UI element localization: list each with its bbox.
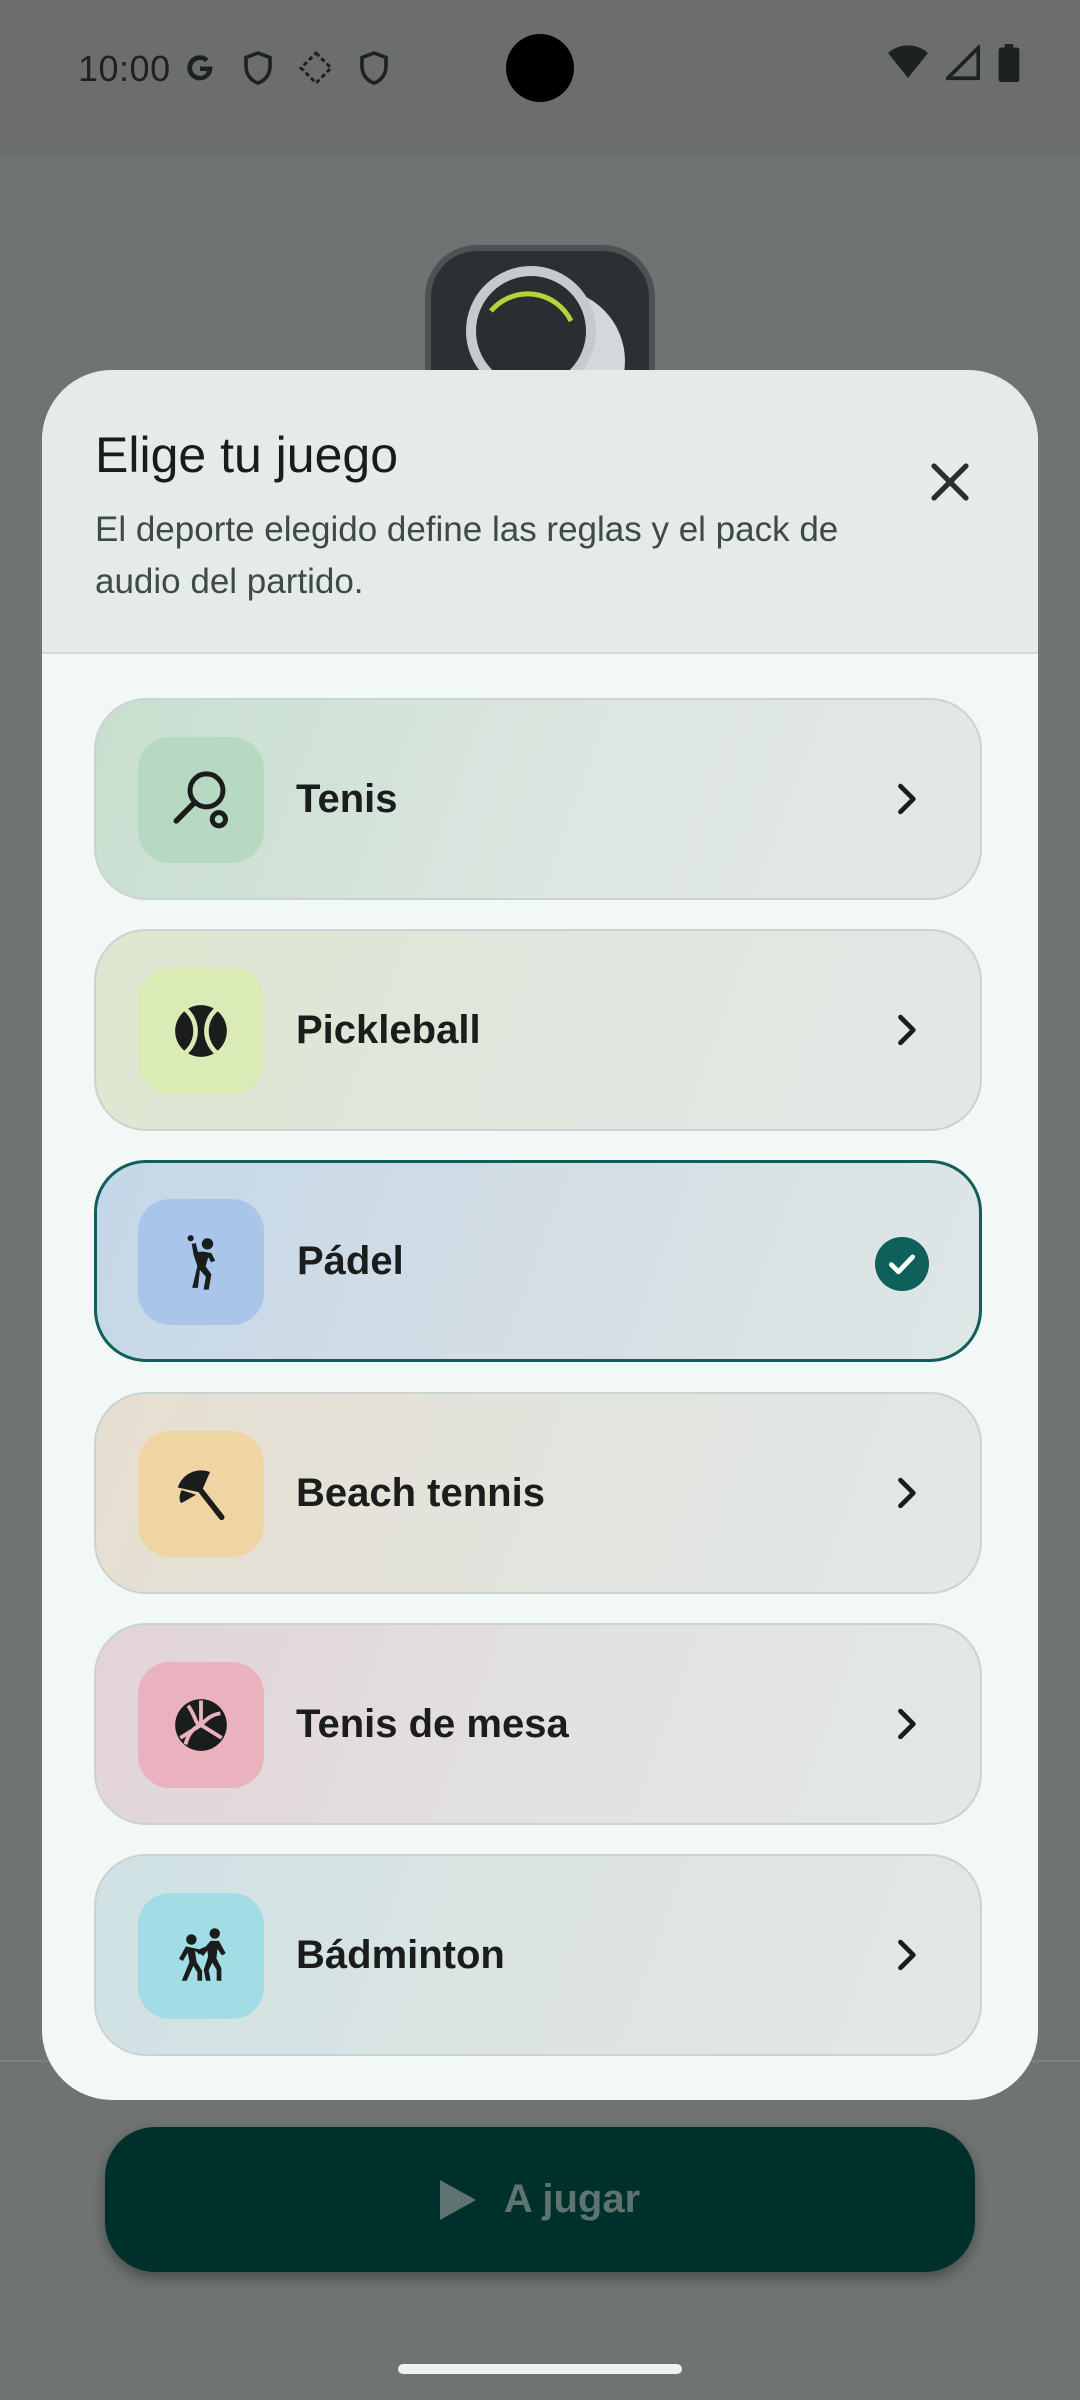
camera-cutout [506, 34, 574, 102]
home-indicator[interactable] [398, 2364, 682, 2374]
sport-card-badminton[interactable]: Bádminton [94, 1854, 982, 2056]
location-off-icon [298, 50, 334, 86]
chevron-right-icon [898, 1708, 916, 1740]
chevron-right-icon [898, 1939, 916, 1971]
sport-card-pickleball[interactable]: Pickleball [94, 929, 982, 1131]
sport-label: Beach tennis [296, 1471, 545, 1515]
play-icon [439, 2179, 476, 2220]
sheet-header: Elige tu juego El deporte elegido define… [42, 370, 1038, 654]
sheet-title: Elige tu juego [95, 427, 399, 483]
play-button-label: A jugar [503, 2177, 641, 2221]
close-button[interactable] [918, 450, 982, 514]
battery-icon [998, 44, 1020, 82]
beach-umbrella-icon [177, 1470, 225, 1521]
sport-label: Tenis [296, 777, 398, 821]
sport-picker-sheet: Elige tu juego El deporte elegido define… [42, 370, 1038, 2100]
tennis-racket-icon [173, 771, 228, 829]
sport-icon-tile [138, 1893, 264, 2019]
status-time: 10:00 [78, 48, 171, 89]
selected-check [875, 1237, 929, 1291]
shield-icon [360, 51, 388, 85]
players-icon [179, 1928, 226, 1981]
close-icon [931, 463, 969, 501]
sport-icon-tile [138, 1662, 264, 1788]
sport-icon-tile [138, 1431, 264, 1557]
sport-label: Pádel [297, 1239, 404, 1283]
chevron-right-icon [898, 783, 916, 815]
sport-icon-tile [138, 968, 264, 1094]
sheet-subtitle: El deporte elegido define las reglas y e… [95, 510, 839, 601]
sport-label: Bádminton [296, 1933, 505, 1977]
sport-card-tenis[interactable]: Tenis [94, 698, 982, 900]
sport-label: Tenis de mesa [296, 1702, 569, 1746]
sport-card-tenis-de-mesa[interactable]: Tenis de mesa [94, 1623, 982, 1825]
status-bar: 10:00 [0, 0, 1080, 155]
wifi-icon [888, 45, 928, 78]
shield-icon [244, 51, 272, 85]
cellular-icon [946, 45, 980, 81]
sport-icon-tile [138, 737, 264, 863]
padel-player-icon [187, 1235, 216, 1290]
sport-card-padel[interactable]: Pádel [94, 1160, 982, 1362]
sport-icon-tile [138, 1199, 264, 1325]
google-icon [187, 55, 213, 81]
play-button[interactable]: A jugar [105, 2127, 975, 2272]
check-icon [888, 1254, 916, 1275]
volleyball-icon [175, 1699, 227, 1751]
sport-label: Pickleball [296, 1008, 481, 1052]
tennis-ball-icon [175, 1005, 227, 1057]
chevron-right-icon [898, 1014, 916, 1046]
chevron-right-icon [898, 1477, 916, 1509]
sport-card-beach-tennis[interactable]: Beach tennis [94, 1392, 982, 1594]
